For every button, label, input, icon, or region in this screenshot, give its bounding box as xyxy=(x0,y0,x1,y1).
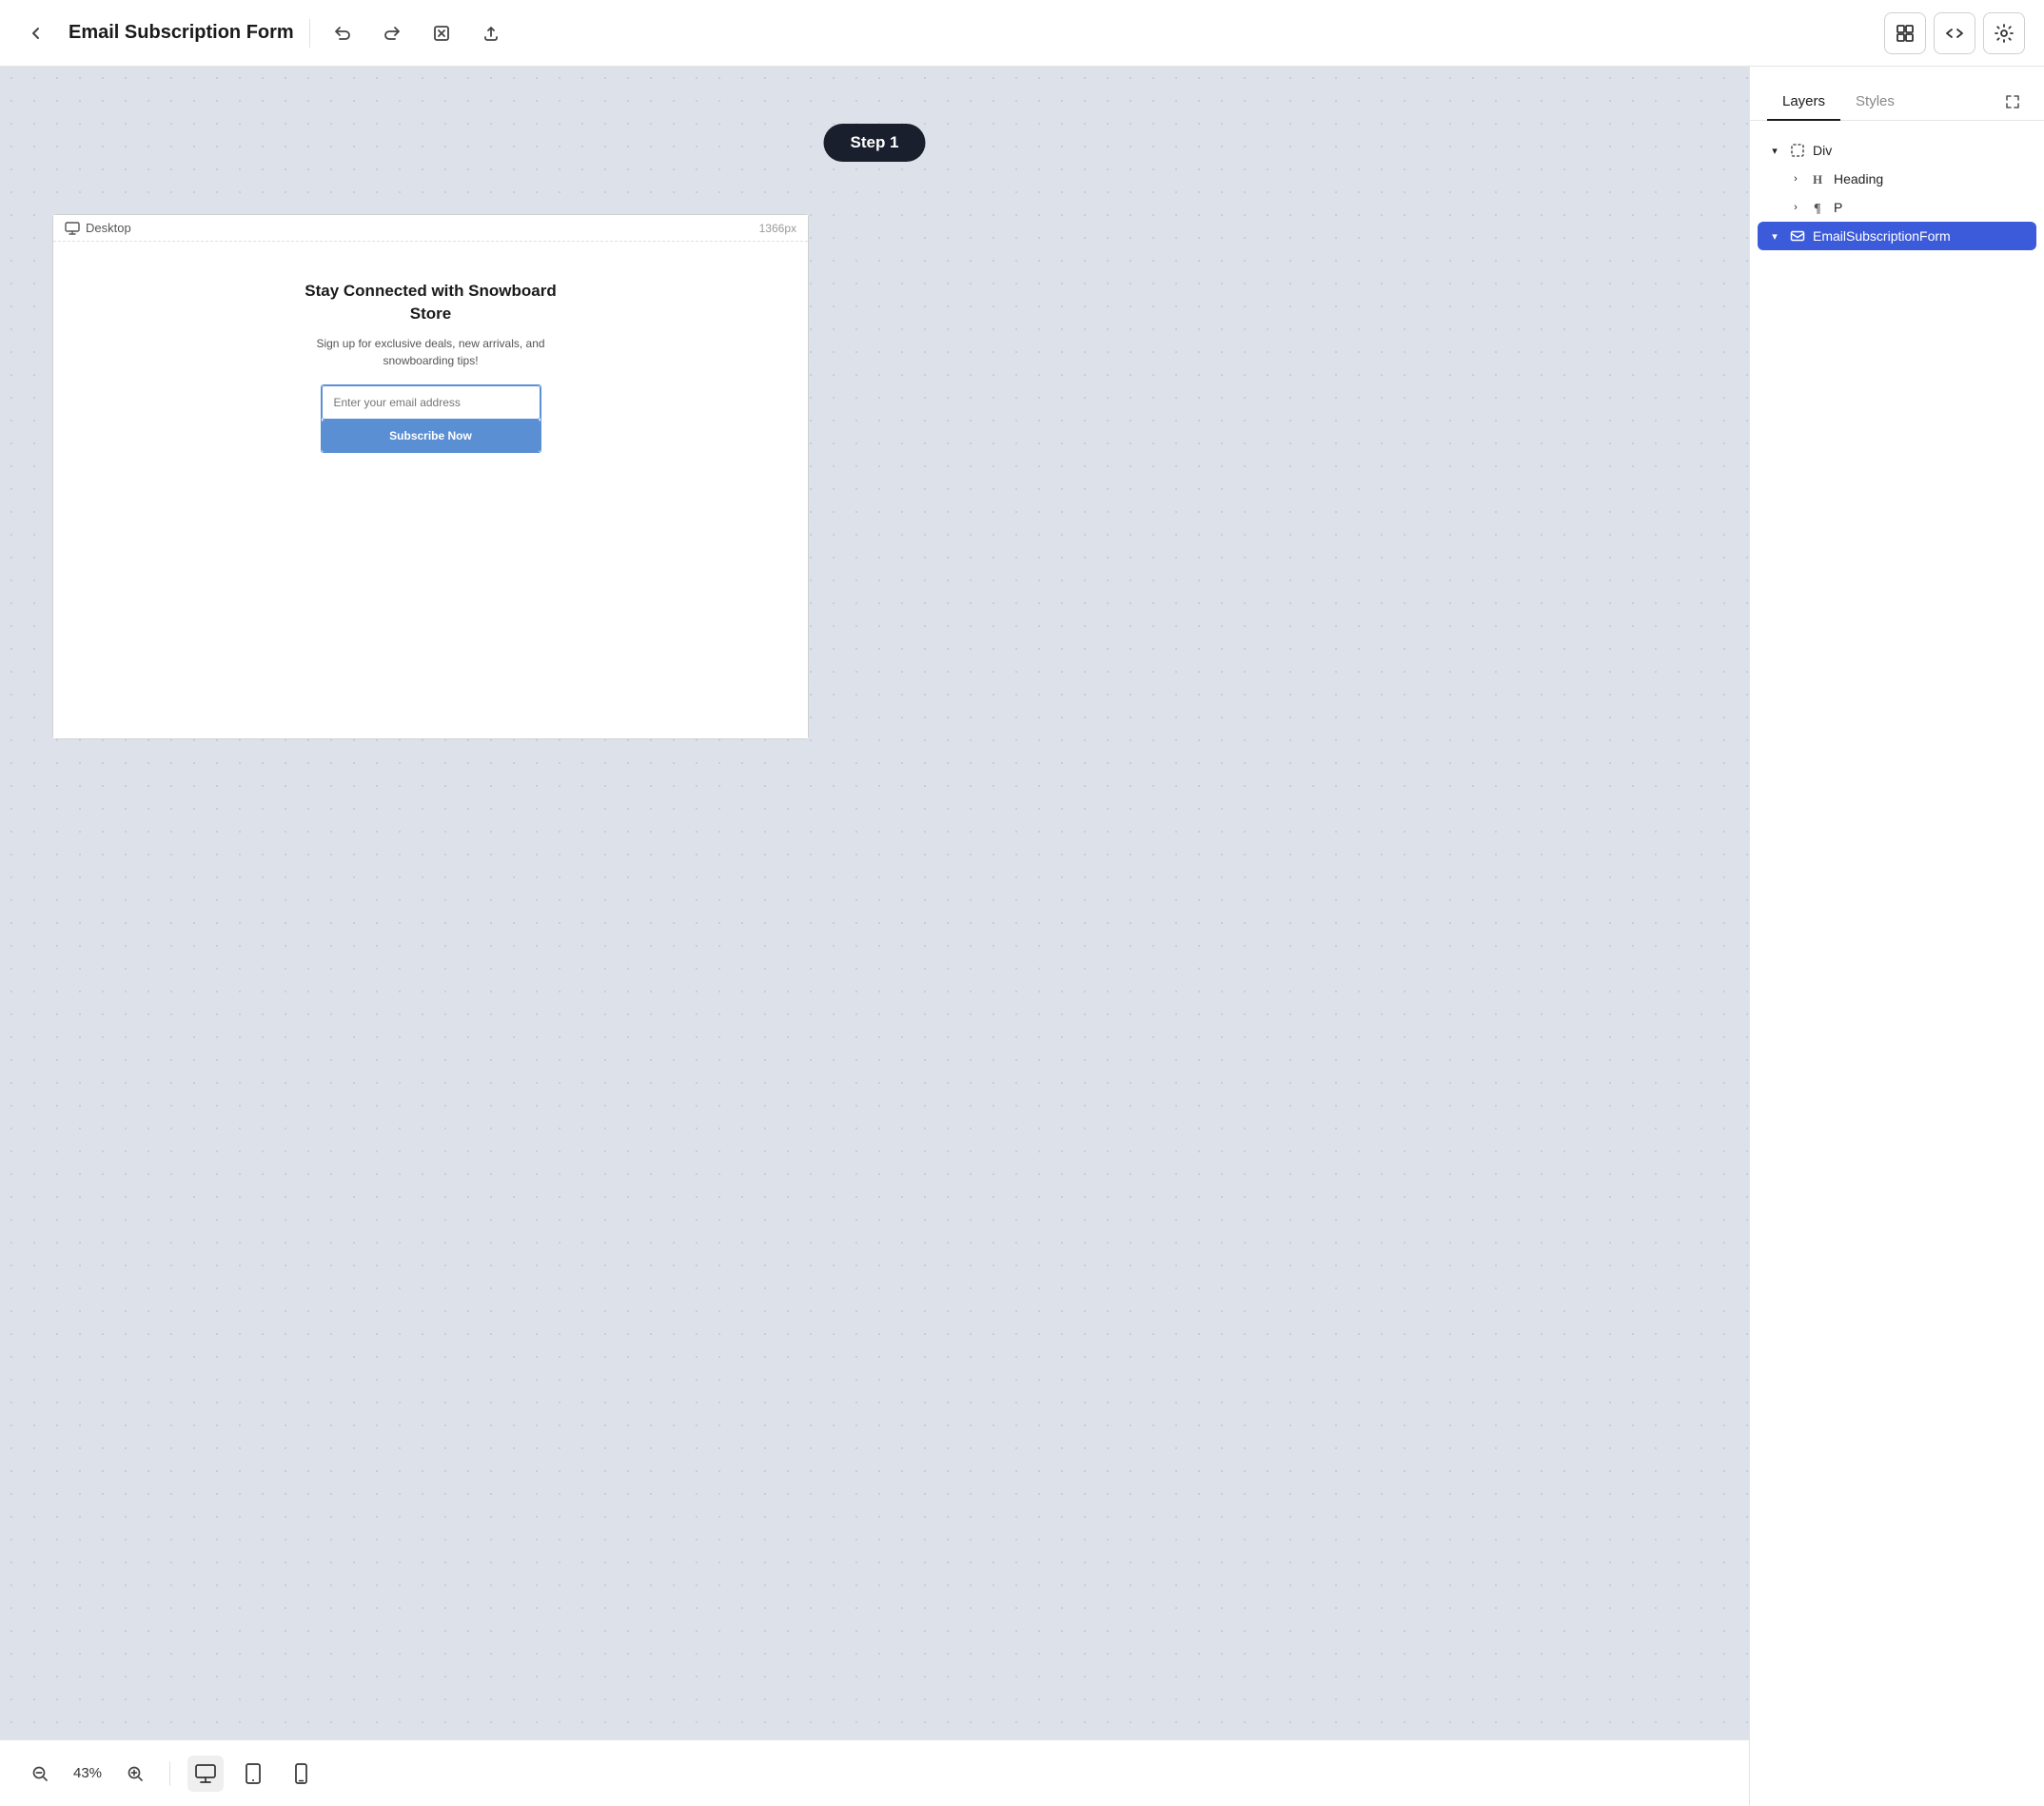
layer-toggle-p[interactable]: › xyxy=(1788,200,1803,215)
layer-div-icon xyxy=(1790,143,1805,158)
canvas-area[interactable]: Step 1 Desktop 1366px Stay Connected wit… xyxy=(0,67,1749,1806)
right-panel: Layers Styles ▾ Div › H Heading › ¶ xyxy=(1749,67,2044,1806)
zoom-divider xyxy=(169,1761,170,1786)
layer-heading-label: Heading xyxy=(1834,171,1883,186)
email-form-wrapper[interactable]: Subscribe Now xyxy=(321,384,541,453)
layer-toggle-heading[interactable]: › xyxy=(1788,171,1803,186)
desktop-frame: Desktop 1366px Stay Connected with Snowb… xyxy=(52,214,809,739)
panel-tabs: Layers Styles xyxy=(1750,67,2044,121)
layer-email-icon xyxy=(1790,228,1805,244)
topbar-left: Email Subscription Form xyxy=(19,16,1869,50)
step-badge: Step 1 xyxy=(823,124,925,162)
desktop-text: Desktop xyxy=(86,221,131,235)
mobile-device-button[interactable] xyxy=(283,1756,319,1792)
svg-text:H: H xyxy=(1813,172,1822,186)
layer-toggle-div[interactable]: ▾ xyxy=(1767,143,1782,158)
redo-button[interactable] xyxy=(375,16,409,50)
zoom-in-button[interactable] xyxy=(118,1757,152,1791)
bottom-bar: 43% xyxy=(0,1739,1749,1806)
code-view-button[interactable] xyxy=(1934,12,1975,54)
svg-text:¶: ¶ xyxy=(1814,202,1821,215)
layer-p-label: P xyxy=(1834,200,1842,215)
grid-view-button[interactable] xyxy=(1884,12,1926,54)
layer-item-div[interactable]: ▾ Div xyxy=(1758,136,2036,165)
desktop-px: 1366px xyxy=(759,222,796,235)
layer-toggle-email-form[interactable]: ▾ xyxy=(1767,228,1782,244)
panel-expand-button[interactable] xyxy=(1998,88,2027,116)
monitor-icon xyxy=(65,222,80,235)
layer-p-icon: ¶ xyxy=(1811,200,1826,215)
main-layout: Step 1 Desktop 1366px Stay Connected wit… xyxy=(0,67,2044,1806)
upload-button[interactable] xyxy=(474,16,508,50)
topbar-divider xyxy=(309,19,310,48)
settings-button[interactable] xyxy=(1983,12,2025,54)
layer-item-heading[interactable]: › H Heading xyxy=(1758,165,2036,193)
back-button[interactable] xyxy=(19,16,53,50)
form-heading: Stay Connected with Snowboard Store xyxy=(305,280,556,325)
desktop-frame-header: Desktop 1366px xyxy=(53,215,808,242)
layer-email-form-label: EmailSubscriptionForm xyxy=(1813,228,1951,244)
desktop-label: Desktop xyxy=(65,221,131,235)
layer-div-label: Div xyxy=(1813,143,1832,158)
desktop-content: Stay Connected with Snowboard Store Sign… xyxy=(53,242,808,738)
tab-layers[interactable]: Layers xyxy=(1767,84,1840,121)
topbar: Email Subscription Form xyxy=(0,0,2044,67)
tab-styles[interactable]: Styles xyxy=(1840,84,1910,121)
tablet-device-button[interactable] xyxy=(235,1756,271,1792)
zoom-out-button[interactable] xyxy=(23,1757,57,1791)
form-subtext: Sign up for exclusive deals, new arrival… xyxy=(316,335,544,369)
layer-heading-icon: H xyxy=(1811,171,1826,186)
topbar-right xyxy=(1884,12,2025,54)
zoom-level: 43% xyxy=(69,1765,107,1781)
desktop-device-button[interactable] xyxy=(187,1756,224,1792)
layer-item-p[interactable]: › ¶ P xyxy=(1758,193,2036,222)
layers-list: ▾ Div › H Heading › ¶ P ▾ EmailSubscript… xyxy=(1750,121,2044,1806)
email-input[interactable] xyxy=(322,385,540,420)
layer-item-email-form[interactable]: ▾ EmailSubscriptionForm xyxy=(1758,222,2036,250)
subscribe-button[interactable]: Subscribe Now xyxy=(322,420,540,452)
page-title: Email Subscription Form xyxy=(69,22,294,44)
close-x-button[interactable] xyxy=(424,16,459,50)
undo-button[interactable] xyxy=(325,16,360,50)
